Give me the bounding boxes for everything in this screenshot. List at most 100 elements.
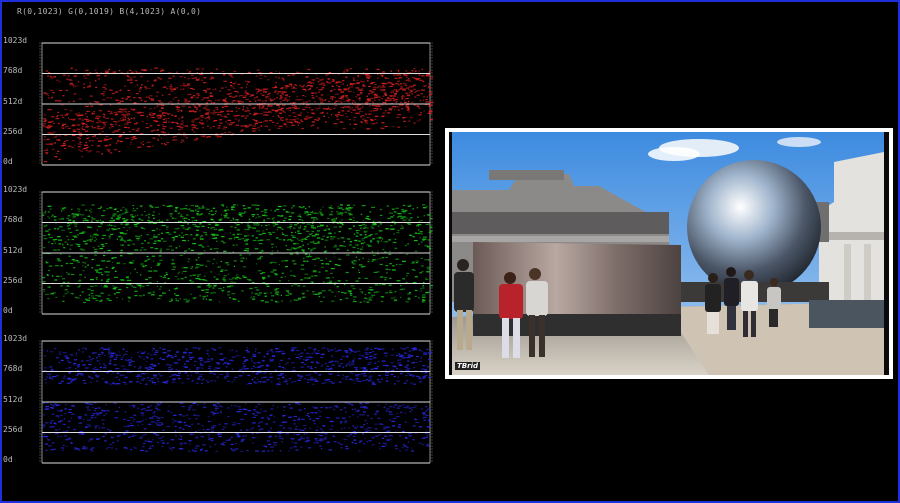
- trace-dot: [235, 244, 239, 246]
- trace-dot: [282, 427, 285, 429]
- trace-dot: [343, 100, 346, 103]
- trace-dot: [229, 92, 232, 94]
- trace-dot: [102, 234, 107, 237]
- trace-dot: [280, 96, 283, 98]
- trace-dot: [110, 111, 113, 113]
- trace-dot: [245, 403, 247, 405]
- trace-dot: [241, 238, 245, 240]
- trace-dot: [202, 406, 207, 408]
- trace-dot: [155, 407, 158, 410]
- trace-dot: [230, 81, 233, 83]
- trace-dot: [43, 414, 45, 416]
- trace-dot: [359, 107, 363, 109]
- trace-dot: [357, 76, 359, 78]
- trace-dot: [207, 125, 209, 127]
- trace-dot: [280, 276, 283, 278]
- trace-dot: [185, 414, 189, 416]
- trace-dot: [232, 100, 236, 102]
- trace-dot: [387, 112, 391, 114]
- trace-dot: [363, 424, 366, 426]
- trace-dot: [239, 277, 242, 280]
- trace-dot: [125, 137, 130, 139]
- trace-dot: [401, 211, 405, 213]
- trace-dot: [136, 271, 138, 273]
- trace-dot: [231, 356, 236, 358]
- trace-dot: [165, 272, 168, 274]
- trace-dot: [369, 239, 372, 241]
- trace-dot: [256, 92, 258, 94]
- trace-dot: [308, 107, 311, 109]
- trace-dot: [269, 105, 273, 107]
- trace-dot: [240, 115, 245, 117]
- trace-dot: [86, 423, 90, 425]
- trace-dot: [313, 217, 317, 219]
- trace-dot: [56, 258, 60, 260]
- trace-dot: [377, 250, 379, 252]
- trace-dot: [50, 77, 54, 79]
- trace-dot: [137, 239, 140, 241]
- trace-dot: [424, 259, 426, 261]
- trace-dot: [418, 297, 420, 299]
- trace-dot: [299, 84, 302, 87]
- red-waveform-graph: [39, 42, 434, 166]
- trace-dot: [362, 118, 366, 120]
- trace-dot: [179, 76, 183, 78]
- trace-dot: [216, 262, 218, 264]
- trace-dot: [406, 275, 408, 277]
- trace-dot: [127, 96, 131, 98]
- trace-dot: [398, 77, 402, 79]
- trace-dot: [162, 436, 164, 438]
- trace-dot: [261, 94, 265, 96]
- trace-dot: [54, 403, 57, 405]
- trace-dot: [227, 291, 231, 293]
- trace-dot: [83, 218, 87, 220]
- trace-dot: [276, 97, 279, 99]
- trace-dot: [107, 224, 112, 226]
- trace-dot: [206, 136, 208, 138]
- trace-dot: [45, 405, 48, 408]
- trace-dot: [408, 111, 411, 113]
- trace-dot: [132, 108, 136, 111]
- trace-dot: [182, 83, 185, 85]
- trace-dot: [135, 130, 139, 132]
- trace-dot: [201, 99, 204, 101]
- trace-dot: [205, 234, 208, 236]
- trace-dot: [196, 367, 200, 369]
- trace-dot: [368, 377, 372, 379]
- trace-dot: [126, 229, 129, 232]
- trace-dot: [178, 438, 180, 440]
- trace-dot: [62, 377, 66, 379]
- trace-dot: [130, 425, 134, 427]
- trace-dot: [274, 210, 276, 212]
- trace-dot: [88, 136, 90, 138]
- trace-dot: [323, 115, 325, 117]
- trace-dot: [230, 281, 233, 283]
- trace-dot: [425, 101, 430, 103]
- trace-dot: [161, 445, 164, 447]
- trace-dot: [109, 430, 112, 432]
- trace-dot: [98, 272, 102, 274]
- trace-dot: [78, 118, 82, 120]
- trace-dot: [126, 218, 129, 221]
- trace-dot: [333, 283, 336, 286]
- trace-dot: [157, 441, 159, 444]
- trace-dot: [91, 267, 94, 269]
- trace-dot: [275, 291, 279, 293]
- trace-dot: [284, 98, 286, 100]
- trace-dot: [173, 288, 178, 290]
- trace-dot: [405, 245, 407, 247]
- trace-dot: [205, 289, 209, 291]
- trace-dot: [71, 84, 75, 86]
- trace-dot: [57, 228, 60, 230]
- trace-dot: [363, 443, 366, 445]
- trace-dot: [306, 439, 310, 441]
- trace-dot: [112, 71, 116, 73]
- trace-dot: [269, 233, 272, 235]
- trace-dot: [219, 122, 223, 124]
- trace-dot: [196, 404, 200, 406]
- trace-dot: [149, 446, 151, 448]
- trace-dot: [342, 127, 346, 130]
- trace-dot: [235, 219, 239, 221]
- trace-dot: [277, 220, 281, 223]
- trace-dot: [238, 119, 240, 121]
